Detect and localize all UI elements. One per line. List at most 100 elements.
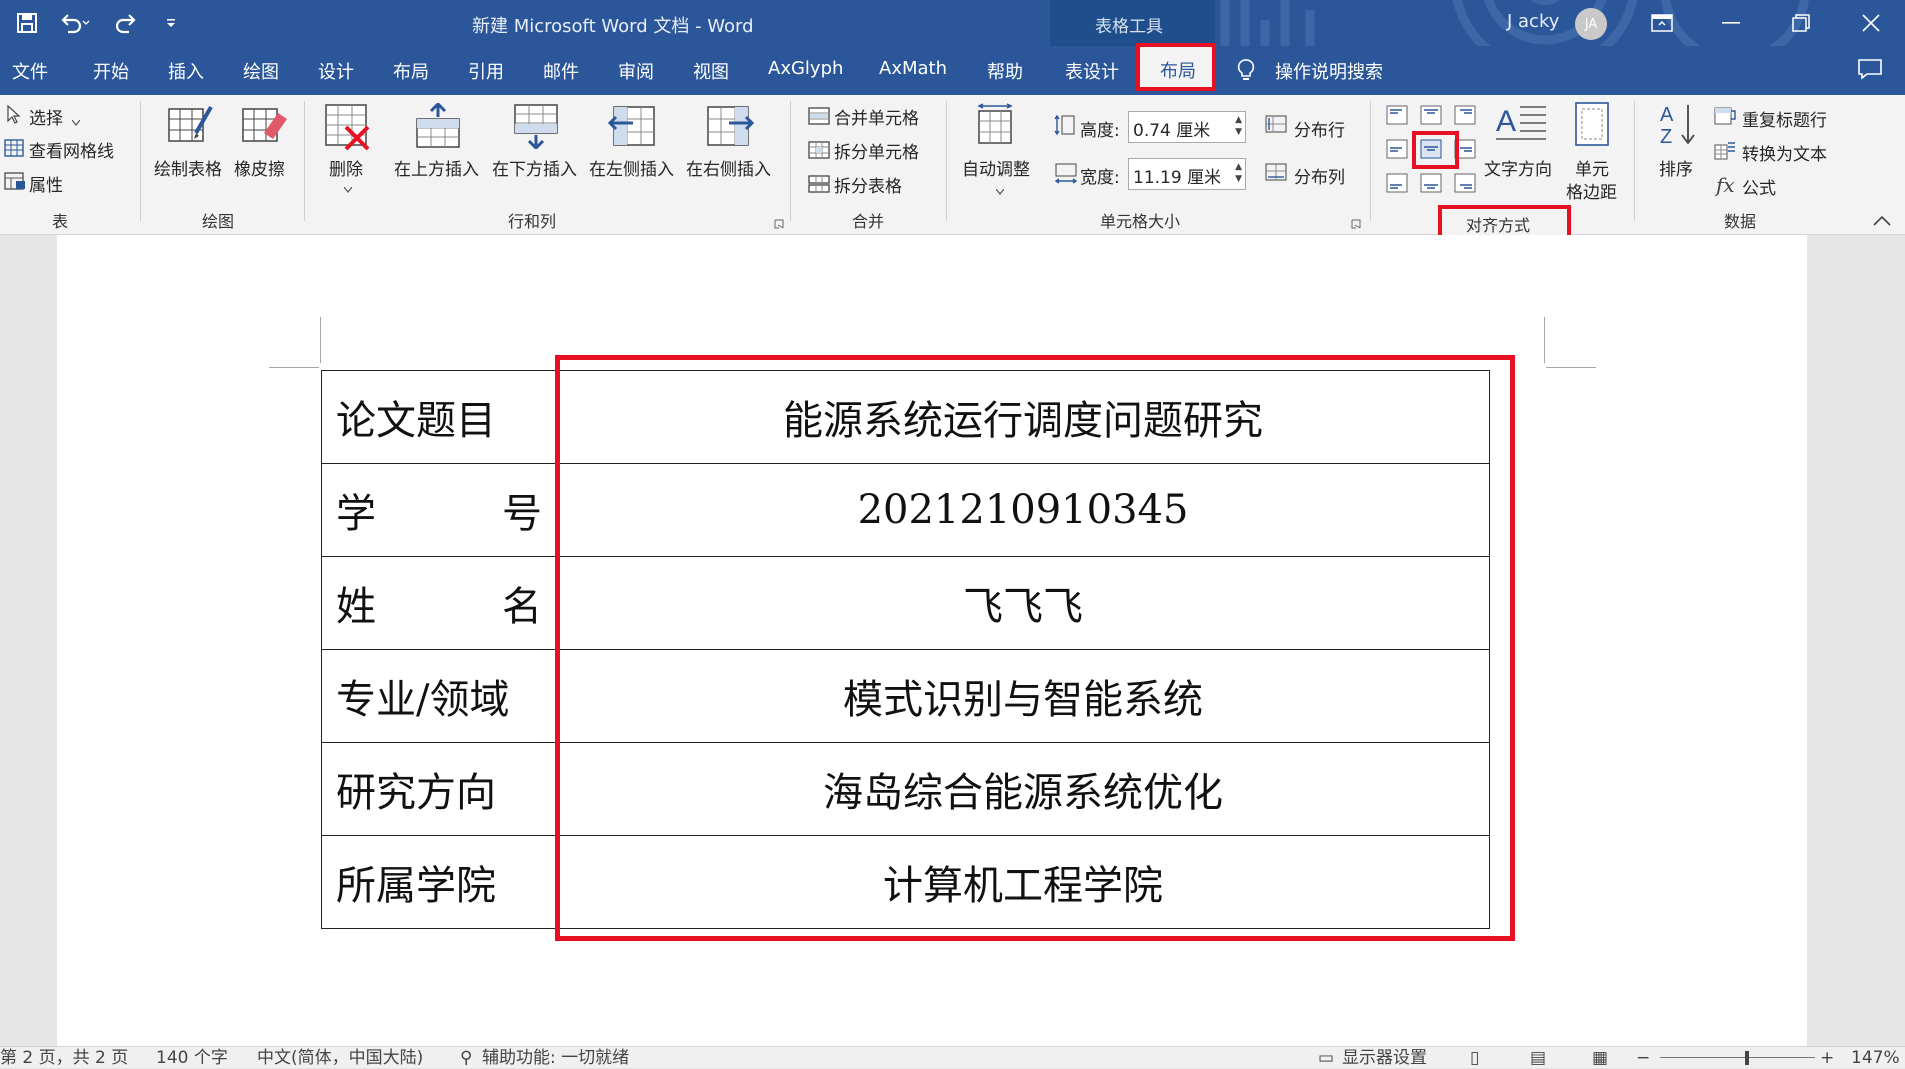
close-icon[interactable]: [1846, 0, 1896, 46]
tab-draw[interactable]: 绘图: [243, 58, 279, 84]
tab-insert[interactable]: 插入: [168, 58, 204, 84]
align-bottom-center-icon[interactable]: [1420, 173, 1442, 197]
group-separator: [790, 101, 791, 221]
tell-me-search[interactable]: 操作说明搜索: [1275, 58, 1383, 84]
delete-button[interactable]: 删除: [329, 155, 363, 180]
undo-icon[interactable]: [52, 0, 96, 46]
convert-to-text-icon: [1714, 139, 1736, 165]
split-table-icon: [808, 175, 830, 197]
insert-below-button[interactable]: 在下方插入: [492, 155, 577, 180]
height-spinner-icon[interactable]: ▲ ▼: [1235, 114, 1242, 138]
delete-dropdown-icon[interactable]: [343, 178, 353, 197]
zoom-level[interactable]: 147%: [1851, 1047, 1900, 1069]
draw-table-button[interactable]: 绘制表格: [154, 155, 222, 180]
zoom-slider-thumb[interactable]: [1744, 1051, 1749, 1065]
select-dropdown-icon[interactable]: [71, 111, 81, 130]
align-top-left-icon[interactable]: [1386, 105, 1408, 129]
table-cell-label[interactable]: 学号: [321, 463, 557, 557]
group-separator: [1370, 101, 1371, 221]
repeat-header-rows-button[interactable]: 重复标题行: [1742, 106, 1827, 131]
tab-design[interactable]: 设计: [318, 58, 354, 84]
insert-right-button[interactable]: 在右侧插入: [686, 155, 771, 180]
collapse-ribbon-icon[interactable]: [1872, 212, 1892, 231]
tab-page-layout[interactable]: 布局: [393, 58, 429, 84]
tab-help[interactable]: 帮助: [987, 58, 1023, 84]
ribbon-display-options-icon[interactable]: [1637, 0, 1687, 46]
accessibility-status[interactable]: 辅助功能: 一切就绪: [482, 1047, 629, 1069]
distribute-columns-button[interactable]: 分布列: [1294, 163, 1345, 188]
view-gridlines-button[interactable]: 查看网格线: [29, 137, 114, 162]
zoom-out-icon[interactable]: −: [1636, 1047, 1650, 1069]
split-table-button[interactable]: 拆分表格: [834, 172, 902, 197]
tab-mailings[interactable]: 邮件: [543, 58, 579, 84]
zoom-slider-track[interactable]: [1660, 1057, 1815, 1058]
table-cell-label[interactable]: 所属学院: [321, 835, 557, 929]
align-bottom-left-icon[interactable]: [1386, 173, 1408, 197]
select-cursor-icon: [6, 104, 22, 129]
rows-columns-dialog-launcher-icon[interactable]: [774, 214, 784, 233]
autofit-button[interactable]: 自动调整: [962, 155, 1030, 180]
distribute-rows-button[interactable]: 分布行: [1294, 116, 1345, 141]
label-char: 学: [336, 491, 376, 537]
crop-mark: [1544, 317, 1545, 363]
zoom-in-icon[interactable]: +: [1820, 1047, 1834, 1069]
restore-icon[interactable]: [1776, 0, 1826, 46]
tab-table-layout-active[interactable]: 布局: [1136, 43, 1216, 91]
align-top-center-icon[interactable]: [1420, 105, 1442, 129]
insert-above-button[interactable]: 在上方插入: [394, 155, 479, 180]
cell-margins-button-line1[interactable]: 单元: [1575, 155, 1609, 180]
group-label-data: 数据: [1724, 212, 1757, 231]
language-indicator[interactable]: 中文(简体，中国大陆): [257, 1047, 423, 1069]
table-cell-label[interactable]: 专业/领域: [321, 649, 557, 743]
select-button[interactable]: 选择: [29, 104, 63, 129]
label-char: 号: [502, 491, 542, 537]
formula-button[interactable]: 公式: [1742, 174, 1776, 199]
tab-review[interactable]: 审阅: [618, 58, 654, 84]
user-name[interactable]: J acky: [1507, 11, 1559, 32]
width-value: 11.19 厘米: [1133, 168, 1222, 188]
align-top-right-icon[interactable]: [1454, 105, 1476, 129]
display-settings-button[interactable]: 显示器设置: [1342, 1047, 1427, 1069]
merge-cells-button[interactable]: 合并单元格: [834, 104, 919, 129]
table-cell-label[interactable]: 论文题目: [321, 370, 557, 464]
print-layout-icon[interactable]: ▤: [1530, 1047, 1546, 1069]
autofit-dropdown-icon[interactable]: [995, 180, 1005, 199]
web-layout-icon[interactable]: ▦: [1592, 1047, 1608, 1069]
convert-to-text-button[interactable]: 转换为文本: [1742, 140, 1827, 165]
insert-left-button[interactable]: 在左侧插入: [589, 155, 674, 180]
properties-button[interactable]: 属性: [29, 171, 63, 196]
text-direction-button[interactable]: 文字方向: [1484, 155, 1552, 180]
tab-file[interactable]: 文件: [12, 58, 48, 84]
ribbon: 选择 查看网格线 属性 表 绘制表格 橡皮擦 绘图 删除 在上方插入 在下方插入…: [0, 95, 1905, 235]
cell-size-dialog-launcher-icon[interactable]: [1351, 214, 1361, 233]
page-count[interactable]: 第 2 页，共 2 页: [0, 1047, 128, 1069]
save-icon[interactable]: [10, 0, 44, 46]
tab-view[interactable]: 视图: [693, 58, 729, 84]
width-spinner-icon[interactable]: ▲ ▼: [1235, 161, 1242, 185]
height-input[interactable]: 0.74 厘米 ▲ ▼: [1128, 111, 1246, 143]
tab-axmath[interactable]: AxMath: [879, 58, 947, 79]
group-separator: [1634, 101, 1635, 221]
read-mode-icon[interactable]: ▯: [1470, 1047, 1479, 1069]
tab-home[interactable]: 开始: [93, 58, 129, 84]
width-input[interactable]: 11.19 厘米 ▲ ▼: [1128, 158, 1246, 190]
group-label-alignment-highlight: 对齐方式: [1438, 205, 1571, 239]
svg-text:A: A: [1496, 105, 1516, 138]
cell-margins-button-line2[interactable]: 格边距: [1566, 178, 1617, 203]
tab-references[interactable]: 引用: [468, 58, 504, 84]
align-bottom-right-icon[interactable]: [1454, 173, 1476, 197]
user-avatar[interactable]: JA: [1575, 8, 1607, 40]
tab-table-design[interactable]: 表设计: [1065, 58, 1119, 84]
table-cell-label[interactable]: 研究方向: [321, 742, 557, 836]
comments-icon[interactable]: [1857, 58, 1883, 84]
eraser-button[interactable]: 橡皮擦: [234, 155, 285, 180]
tab-axglyph[interactable]: AxGlyph: [768, 58, 843, 79]
customize-qat-icon[interactable]: [158, 0, 184, 46]
redo-icon[interactable]: [110, 0, 144, 46]
table-cell-label[interactable]: 姓名: [321, 556, 557, 650]
split-cells-button[interactable]: 拆分单元格: [834, 138, 919, 163]
sort-button[interactable]: 排序: [1659, 155, 1693, 180]
word-count[interactable]: 140 个字: [156, 1047, 228, 1069]
align-middle-left-icon[interactable]: [1386, 139, 1408, 163]
minimize-icon[interactable]: [1706, 0, 1756, 46]
